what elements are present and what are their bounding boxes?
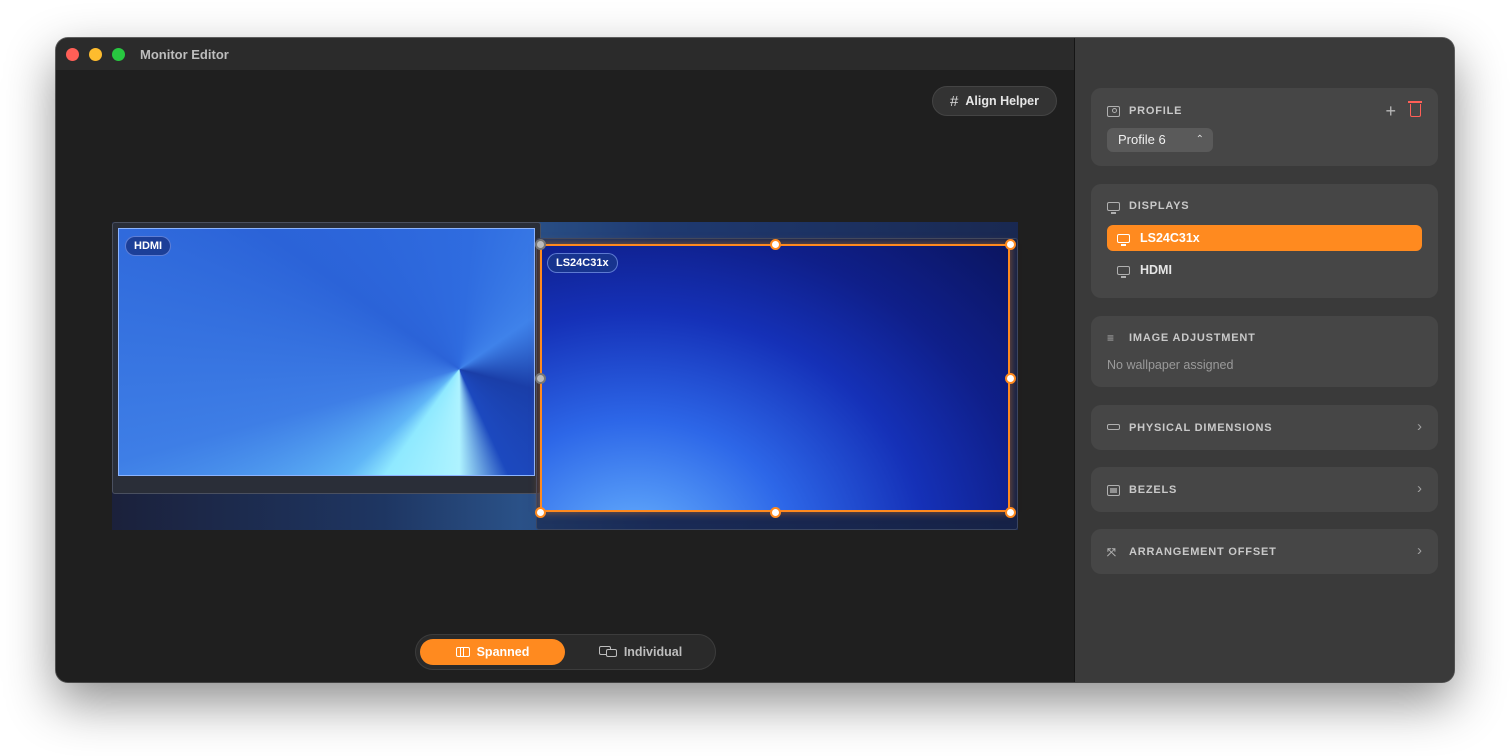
resize-handle-top-left[interactable] bbox=[534, 238, 546, 250]
physical-dimensions-card[interactable]: PHYSICAL DIMENSIONS › bbox=[1091, 405, 1438, 450]
display-item-ls24c31x[interactable]: LS24C31x bbox=[1107, 225, 1422, 251]
display-item-hdmi[interactable]: HDMI bbox=[1107, 257, 1422, 283]
chevron-right-icon: › bbox=[1417, 542, 1422, 559]
monitor-icon bbox=[1117, 233, 1130, 246]
zoom-window-button[interactable] bbox=[112, 48, 125, 61]
individual-mode-button[interactable]: Individual bbox=[568, 639, 713, 665]
delete-profile-icon[interactable] bbox=[1408, 101, 1422, 117]
bezels-card[interactable]: BEZELS › bbox=[1091, 467, 1438, 512]
monitor-hdmi-screen[interactable] bbox=[118, 228, 535, 476]
ruler-icon bbox=[1107, 424, 1120, 430]
arrangement-offset-card[interactable]: ⤧ ARRANGEMENT OFFSET › bbox=[1091, 529, 1438, 574]
monitor-label-ls24c31x: LS24C31x bbox=[547, 253, 618, 273]
chevron-right-icon: › bbox=[1417, 418, 1422, 435]
profile-select-value: Profile 6 bbox=[1118, 132, 1166, 147]
close-window-button[interactable] bbox=[66, 48, 79, 61]
displays-heading: DISPLAYS bbox=[1129, 200, 1190, 212]
dual-monitor-icon bbox=[598, 646, 617, 658]
resize-handle-top-right[interactable] bbox=[1004, 238, 1016, 250]
arrangement-offset-header: ⤧ ARRANGEMENT OFFSET bbox=[1107, 546, 1277, 559]
resize-handle-bottom-right[interactable] bbox=[1004, 506, 1016, 518]
monitor-editor-window: Monitor Editor # Align Helper HDMI LS24C… bbox=[56, 38, 1454, 682]
spanned-mode-button[interactable]: Spanned bbox=[420, 639, 565, 665]
image-adjustment-status: No wallpaper assigned bbox=[1107, 358, 1234, 372]
display-item-label: HDMI bbox=[1140, 263, 1172, 277]
add-profile-icon[interactable]: + bbox=[1385, 101, 1396, 122]
arrangement-offset-heading: ARRANGEMENT OFFSET bbox=[1129, 546, 1277, 558]
image-adjustment-heading: IMAGE ADJUSTMENT bbox=[1129, 332, 1256, 344]
display-item-label: LS24C31x bbox=[1140, 231, 1200, 245]
up-down-chevron-icon: ⌃ bbox=[1195, 134, 1204, 145]
displays-header: DISPLAYS bbox=[1107, 200, 1190, 214]
inspector-sidebar: PROFILE + Profile 6 ⌃ DISPLAYS LS24C31x … bbox=[1074, 38, 1454, 682]
bezels-heading: BEZELS bbox=[1129, 484, 1178, 496]
resize-handle-left[interactable] bbox=[534, 372, 546, 384]
resize-handle-right[interactable] bbox=[1004, 372, 1016, 384]
arrangement-canvas[interactable]: # Align Helper HDMI LS24C31x Spanned Ind… bbox=[56, 70, 1074, 682]
window-title: Monitor Editor bbox=[140, 47, 229, 62]
offset-icon: ⤧ bbox=[1107, 546, 1117, 559]
monitor-icon bbox=[1107, 201, 1120, 214]
mode-toggle: Spanned Individual bbox=[415, 634, 716, 670]
image-adjustment-card: ≡ IMAGE ADJUSTMENT No wallpaper assigned bbox=[1091, 316, 1438, 387]
columns-icon bbox=[455, 647, 470, 657]
individual-label: Individual bbox=[623, 645, 683, 659]
displays-card: DISPLAYS LS24C31x HDMI bbox=[1091, 184, 1438, 298]
image-adjustment-header: ≡ IMAGE ADJUSTMENT bbox=[1107, 330, 1256, 345]
profile-header: PROFILE bbox=[1107, 105, 1182, 117]
bezel-icon bbox=[1107, 484, 1120, 496]
physical-dimensions-header: PHYSICAL DIMENSIONS bbox=[1107, 422, 1272, 434]
profile-icon bbox=[1107, 105, 1120, 117]
monitor-label-hdmi: HDMI bbox=[125, 236, 172, 256]
profile-heading: PROFILE bbox=[1129, 105, 1183, 117]
resize-handle-top[interactable] bbox=[769, 238, 781, 250]
profile-card: PROFILE + Profile 6 ⌃ bbox=[1091, 88, 1438, 166]
profile-select[interactable]: Profile 6 ⌃ bbox=[1107, 128, 1213, 152]
monitor-ls24c31x-screen[interactable] bbox=[540, 244, 1010, 512]
minimize-window-button[interactable] bbox=[89, 48, 102, 61]
title-bar: Monitor Editor bbox=[56, 38, 1074, 70]
align-helper-label: Align Helper bbox=[965, 94, 1039, 108]
chevron-right-icon: › bbox=[1417, 480, 1422, 497]
sliders-icon: ≡ bbox=[1107, 330, 1115, 345]
spanned-label: Spanned bbox=[476, 645, 530, 659]
resize-handle-bottom-left[interactable] bbox=[534, 506, 546, 518]
resize-handle-bottom[interactable] bbox=[769, 506, 781, 518]
grid-hash-icon: # bbox=[950, 92, 959, 110]
bezels-header: BEZELS bbox=[1107, 484, 1177, 496]
align-helper-button[interactable]: # Align Helper bbox=[932, 86, 1057, 116]
physical-dimensions-heading: PHYSICAL DIMENSIONS bbox=[1129, 422, 1273, 434]
monitor-icon bbox=[1117, 265, 1130, 278]
